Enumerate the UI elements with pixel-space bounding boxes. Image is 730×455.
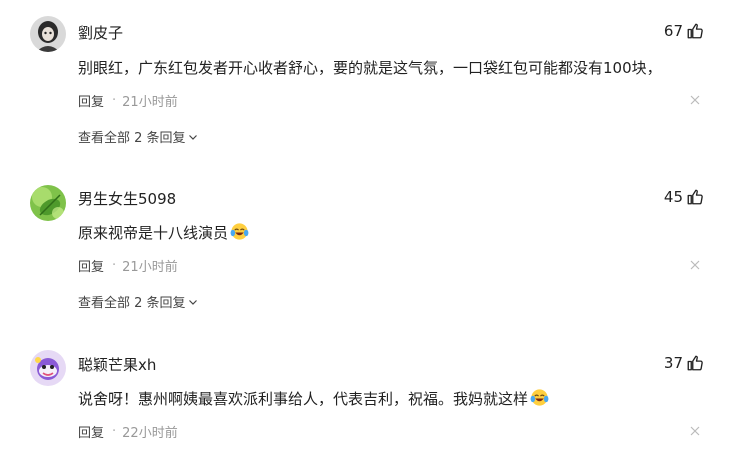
expand-replies-label: 查看全部 2 条回复 (78, 296, 186, 311)
comment-meta: 回复 · 21小时前 (78, 256, 178, 275)
comment-meta: 回复 · 21小时前 (78, 91, 178, 110)
reply-button[interactable]: 回复 (78, 91, 104, 110)
timestamp: 21小时前 (122, 95, 178, 110)
purple-cartoon-avatar-icon (30, 350, 66, 386)
green-leaf-avatar-icon (30, 185, 66, 221)
separator: · (112, 424, 117, 439)
expand-replies-button[interactable]: 查看全部 2 条回复 (78, 127, 198, 146)
avatar[interactable] (30, 350, 66, 386)
comment-text: 别眼红，广东红包发者开心收者舒心，要的就是这气氛，一口袋红包可能都没有100块， (78, 59, 662, 77)
close-icon[interactable] (690, 426, 700, 436)
thumbs-up-icon (687, 189, 703, 205)
thumbs-up-icon (687, 23, 703, 39)
like-count: 37 (663, 354, 683, 372)
timestamp: 22小时前 (122, 426, 178, 441)
like-button[interactable]: 45 (664, 188, 704, 206)
like-button[interactable]: 37 (664, 354, 704, 372)
like-count: 67 (663, 22, 683, 40)
close-icon[interactable] (690, 260, 700, 270)
separator: · (112, 93, 117, 108)
comment-meta: 回复 · 22小时前 (78, 422, 178, 441)
reply-button[interactable]: 回复 (78, 256, 104, 275)
thumbs-up-icon (687, 355, 703, 371)
like-count: 45 (663, 188, 683, 206)
close-icon[interactable] (690, 95, 700, 105)
avatar[interactable] (30, 185, 66, 221)
like-button[interactable]: 67 (664, 22, 704, 40)
username[interactable]: 劉皮子 (78, 22, 123, 43)
comment-text: 原来视帝是十八线演员 (78, 224, 229, 242)
expand-replies-button[interactable]: 查看全部 2 条回复 (78, 292, 198, 311)
expand-replies-label: 查看全部 2 条回复 (78, 131, 186, 146)
chevron-down-icon (188, 134, 197, 140)
reply-button[interactable]: 回复 (78, 422, 104, 441)
laughing-crying-emoji-icon (230, 223, 249, 240)
comment-text-row: 原来视帝是十八线演员 (78, 222, 249, 243)
comment-text: 说舍呀！惠州啊姨最喜欢派利事给人，代表吉利，祝福。我妈就这样 (78, 390, 529, 408)
username[interactable]: 聪颖芒果xh (78, 354, 156, 375)
chevron-down-icon (188, 299, 197, 305)
username[interactable]: 男生女生5098 (78, 188, 176, 209)
comment-text-row: 说舍呀！惠州啊姨最喜欢派利事给人，代表吉利，祝福。我妈就这样 (78, 388, 549, 409)
dark-portrait-avatar-icon (30, 16, 66, 52)
laughing-crying-emoji-icon (530, 389, 549, 406)
separator: · (112, 258, 117, 273)
timestamp: 21小时前 (122, 260, 178, 275)
avatar[interactable] (30, 16, 66, 52)
